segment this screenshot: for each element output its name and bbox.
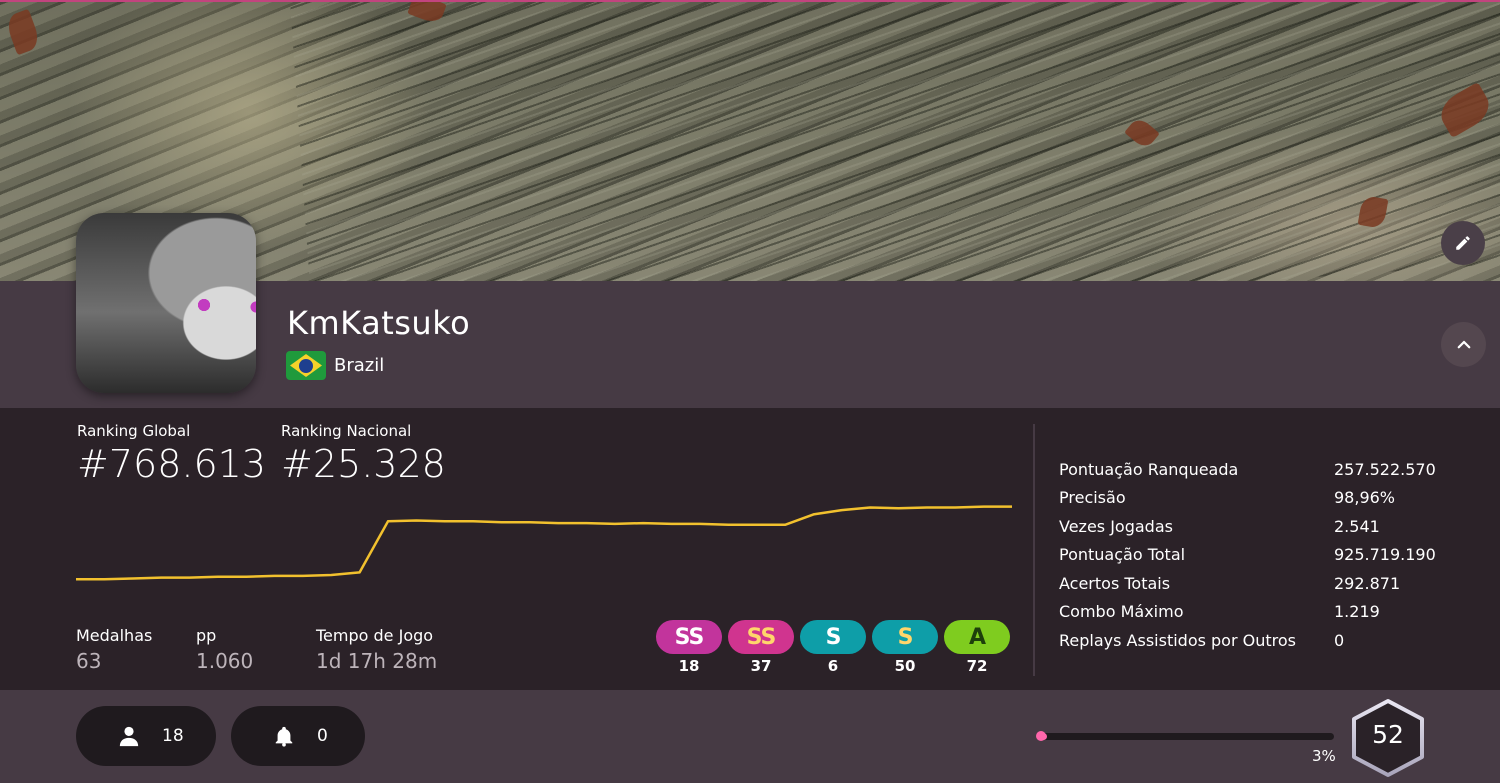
grade-s: S 50	[872, 620, 938, 675]
level-progress-bar	[1038, 733, 1334, 740]
cover-art-texture	[289, 2, 1500, 281]
grade-a: A 72	[944, 620, 1010, 675]
stat-key: Pontuação Ranqueada	[1059, 459, 1239, 479]
bell-icon	[275, 726, 293, 747]
avatar[interactable]	[76, 213, 256, 393]
stat-row-total-score: Pontuação Total 925.719.190	[1059, 541, 1436, 570]
followers-count: 0	[317, 726, 328, 746]
stat-value: 925.719.190	[1334, 545, 1436, 565]
grade-ss-silver-badge: SS	[656, 620, 722, 654]
global-rank-label: Ranking Global	[77, 422, 191, 440]
grade-ss-badge: SS	[728, 620, 794, 654]
stat-key: Combo Máximo	[1059, 602, 1184, 622]
medals-label: Medalhas	[76, 626, 153, 645]
stat-row-accuracy: Precisão 98,96%	[1059, 484, 1436, 513]
pp-stat: pp 1.060	[196, 626, 253, 673]
stat-key: Vezes Jogadas	[1059, 516, 1173, 536]
playtime-stat: Tempo de Jogo 1d 17h 28m	[316, 626, 437, 673]
grade-counts: SS 18 SS 37 S 6 S 50 A 72	[656, 620, 1010, 675]
friends-count: 18	[162, 726, 184, 746]
stat-row-total-hits: Acertos Totais 292.871	[1059, 569, 1436, 598]
stat-row-max-combo: Combo Máximo 1.219	[1059, 598, 1436, 627]
grade-ss: SS 37	[728, 620, 794, 675]
stats-divider	[1033, 424, 1035, 676]
stat-value: 292.871	[1334, 573, 1401, 593]
username: KmKatsuko	[287, 304, 471, 342]
stat-value: 1.219	[1334, 602, 1380, 622]
level-progress-dot	[1036, 731, 1046, 741]
stat-value: 0	[1334, 630, 1345, 650]
grade-a-count: 72	[966, 657, 988, 675]
grade-s-count: 50	[894, 657, 916, 675]
cover-leaf	[3, 8, 43, 56]
grade-s-silver: S 6	[800, 620, 866, 675]
rank-history-chart[interactable]	[76, 500, 1012, 605]
stat-row-replays-watched: Replays Assistidos por Outros 0	[1059, 626, 1436, 655]
detailed-stats-list: Pontuação Ranqueada 257.522.570 Precisão…	[1059, 455, 1436, 655]
stat-value: 98,96%	[1334, 488, 1396, 508]
user-icon	[119, 726, 139, 747]
stat-row-play-count: Vezes Jogadas 2.541	[1059, 512, 1436, 541]
country-link[interactable]: Brazil	[286, 351, 384, 380]
stat-key: Precisão	[1059, 488, 1126, 508]
chevron-up-icon	[1457, 340, 1470, 348]
national-rank: Ranking Nacional #25.328	[281, 422, 446, 486]
medals-value: 63	[76, 649, 102, 673]
level-value: 52	[1372, 720, 1404, 749]
grade-ss-silver-count: 18	[678, 657, 700, 675]
stat-value: 257.522.570	[1334, 459, 1436, 479]
global-rank: Ranking Global #768.613	[77, 422, 266, 486]
playtime-value: 1d 17h 28m	[316, 649, 438, 673]
level-progress-percent: 3%	[1312, 747, 1336, 765]
grade-s-silver-count: 6	[827, 657, 839, 675]
stat-key: Acertos Totais	[1059, 573, 1171, 593]
pencil-icon	[1456, 236, 1470, 250]
notifications-button[interactable]: 0	[231, 706, 365, 766]
national-rank-label: Ranking Nacional	[281, 422, 412, 440]
global-rank-value: #768.613	[77, 442, 266, 486]
grade-a-badge: A	[944, 620, 1010, 654]
country-name: Brazil	[334, 355, 385, 376]
friends-button[interactable]: 18	[76, 706, 216, 766]
playtime-label: Tempo de Jogo	[316, 626, 434, 645]
collapse-header-button[interactable]	[1441, 322, 1486, 367]
rank-history-line	[76, 505, 1012, 581]
stat-key: Replays Assistidos por Outros	[1059, 630, 1296, 650]
brazil-flag-icon	[286, 351, 326, 380]
national-rank-value: #25.328	[281, 442, 446, 486]
grade-ss-count: 37	[750, 657, 772, 675]
medals-stat: Medalhas 63	[76, 626, 152, 673]
grade-ss-silver: SS 18	[656, 620, 722, 675]
stat-key: Pontuação Total	[1059, 545, 1186, 565]
pp-value: 1.060	[196, 649, 254, 673]
edit-cover-button[interactable]	[1441, 221, 1485, 265]
stat-row-ranked-score: Pontuação Ranqueada 257.522.570	[1059, 455, 1436, 484]
stat-value: 2.541	[1334, 516, 1380, 536]
grade-s-silver-badge: S	[800, 620, 866, 654]
grade-s-badge: S	[872, 620, 938, 654]
pp-label: pp	[196, 626, 217, 645]
